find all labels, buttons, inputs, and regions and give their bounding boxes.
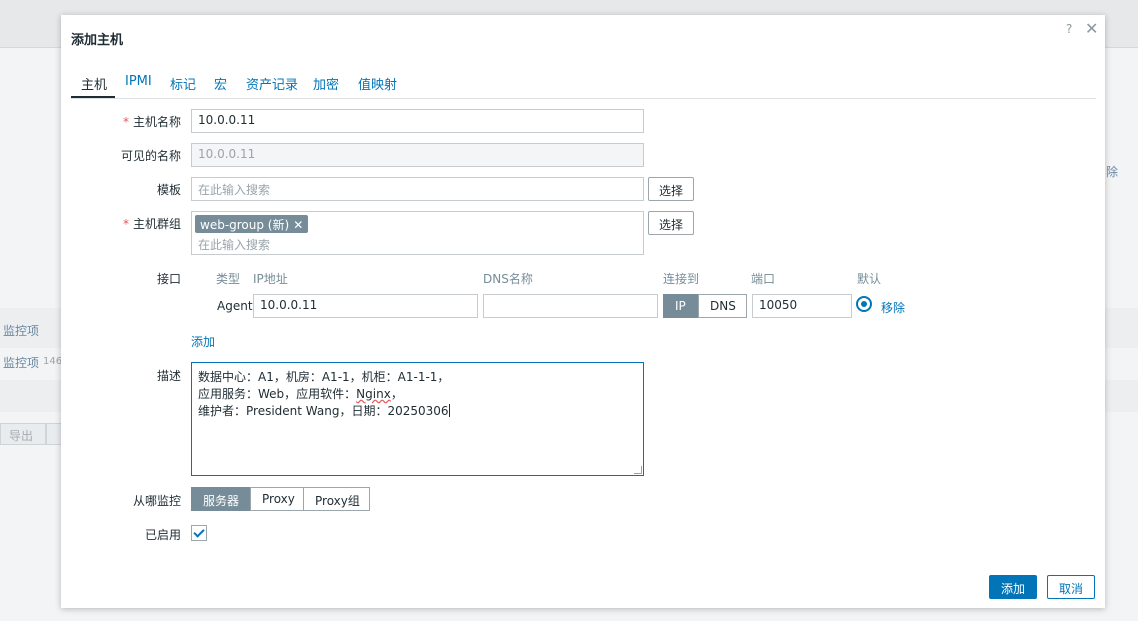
description-textarea[interactable]: 数据中心：A1，机房：A1-1，机柜：A1-1-1， 应用服务：Web，应用软件…: [191, 362, 644, 476]
spellcheck-word: Nginx: [356, 387, 391, 401]
add-button[interactable]: 添加: [989, 575, 1037, 599]
chip-remove-icon[interactable]: ✕: [293, 218, 303, 232]
col-ip: IP地址: [253, 272, 288, 286]
close-icon[interactable]: ✕: [1085, 19, 1098, 38]
description-line-3: 维护者：President Wang，日期：20250306: [198, 404, 450, 418]
templates-label: 模板: [156, 183, 181, 197]
tab-encryption[interactable]: 加密: [313, 74, 339, 93]
monitored-by-proxy[interactable]: Proxy: [250, 487, 304, 511]
description-label: 描述: [156, 369, 181, 383]
interface-port-input[interactable]: 10050: [752, 294, 852, 318]
add-interface-link[interactable]: 添加: [191, 333, 215, 350]
add-host-dialog: 添加主机 ? ✕ 主机 IPMI 标记 宏 资产记录 加密 值映射 * 主机名称 …: [61, 15, 1105, 608]
interface-dns-input[interactable]: [483, 294, 658, 318]
description-line-2: 应用服务：Web，应用软件：Nginx，: [198, 387, 403, 401]
interface-type: Agent: [217, 299, 253, 313]
tab-bar: 主机 IPMI 标记 宏 资产记录 加密 值映射: [71, 74, 1096, 99]
interfaces-label: 接口: [156, 272, 181, 286]
resize-handle-icon[interactable]: [634, 466, 642, 474]
templates-select-button[interactable]: 选择: [648, 177, 695, 201]
col-connect: 连接到: [663, 272, 700, 286]
dialog-title: 添加主机: [71, 33, 124, 48]
col-dns: DNS名称: [483, 272, 533, 286]
host-group-chip: web-group (新) ✕: [195, 215, 309, 233]
cancel-button[interactable]: 取消: [1047, 575, 1095, 599]
tab-ipmi[interactable]: IPMI: [125, 74, 152, 89]
text-caret: [448, 404, 450, 417]
description-line-1: 数据中心：A1，机房：A1-1，机柜：A1-1-1，: [198, 370, 450, 384]
connect-ip-button[interactable]: IP: [663, 294, 699, 318]
templates-search-input[interactable]: 在此输入搜索: [191, 177, 644, 201]
col-port: 端口: [751, 272, 776, 286]
visible-name-input[interactable]: 10.0.0.11: [191, 143, 644, 167]
host-groups-label: * 主机群组: [122, 217, 181, 231]
background-export-button: 导出: [0, 423, 46, 445]
default-interface-radio[interactable]: [856, 296, 872, 312]
interface-ip-input[interactable]: 10.0.0.11: [253, 294, 478, 318]
visible-name-label: 可见的名称: [120, 149, 181, 163]
tab-macros[interactable]: 宏: [214, 74, 227, 93]
background-remove-link: 除: [1106, 165, 1119, 179]
help-icon[interactable]: ?: [1066, 22, 1072, 36]
active-tab-indicator: [71, 96, 115, 98]
background-row-count: 146: [43, 356, 63, 367]
monitored-by-label: 从哪监控: [132, 494, 181, 508]
enabled-checkbox[interactable]: [191, 525, 207, 541]
connect-dns-button[interactable]: DNS: [698, 294, 747, 318]
tab-host[interactable]: 主机: [81, 74, 107, 93]
col-type: 类型: [216, 272, 241, 286]
enabled-label: 已启用: [144, 528, 181, 542]
col-default: 默认: [857, 272, 882, 286]
tab-inventory[interactable]: 资产记录: [246, 74, 298, 93]
interface-remove-link[interactable]: 移除: [881, 299, 905, 316]
monitored-by-proxy-group[interactable]: Proxy组: [303, 487, 370, 511]
background-row-items: 监控项: [3, 324, 40, 338]
background-row-items-2: 监控项: [3, 356, 40, 370]
monitored-by-server[interactable]: 服务器: [191, 487, 251, 511]
host-groups-select-button[interactable]: 选择: [648, 211, 695, 235]
host-name-label: * 主机名称: [122, 115, 181, 129]
host-groups-multiselect[interactable]: web-group (新) ✕ 在此输入搜索: [191, 211, 644, 255]
tab-value-mapping[interactable]: 值映射: [358, 74, 397, 93]
tab-tags[interactable]: 标记: [170, 74, 196, 93]
host-name-input[interactable]: 10.0.0.11: [191, 109, 644, 133]
host-groups-search-input[interactable]: 在此输入搜索: [198, 236, 270, 253]
